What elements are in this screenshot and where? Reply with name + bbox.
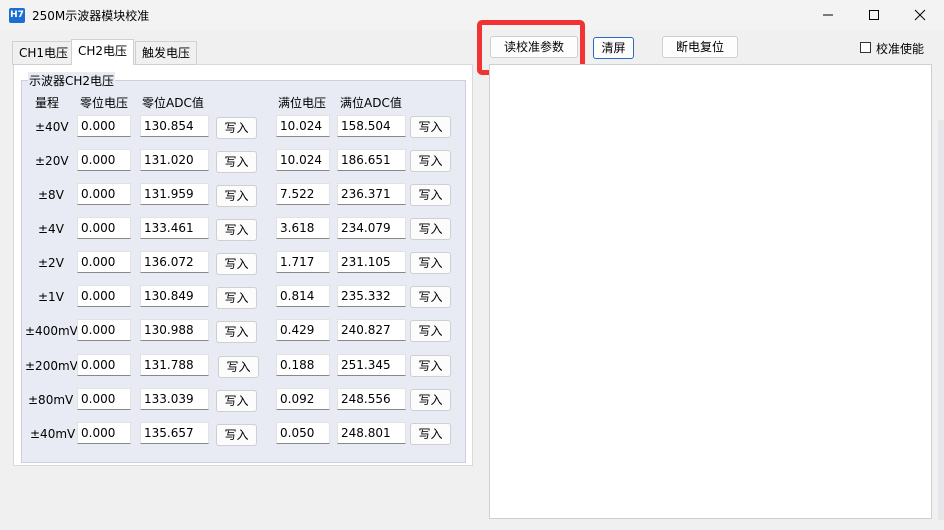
full-voltage-field[interactable]: 1.717 xyxy=(276,251,330,273)
zero-adc-field[interactable]: 130.988 xyxy=(140,319,209,341)
zero-voltage-field[interactable]: 0.000 xyxy=(77,115,131,137)
write-zero-button[interactable]: 写入 xyxy=(216,287,257,309)
range-label: ±20V xyxy=(35,154,69,168)
close-button[interactable] xyxy=(897,0,943,30)
write-full-button[interactable]: 写入 xyxy=(410,355,451,377)
edge-strip xyxy=(938,120,944,520)
zero-voltage-field[interactable]: 0.000 xyxy=(77,251,131,273)
zero-voltage-field[interactable]: 0.000 xyxy=(77,422,131,444)
full-voltage-field[interactable]: 0.188 xyxy=(276,354,330,376)
full-voltage-field[interactable]: 0.814 xyxy=(276,285,330,307)
header-zero-voltage: 零位电压 xyxy=(80,96,129,110)
write-zero-button[interactable]: 写入 xyxy=(216,390,257,412)
write-full-button[interactable]: 写入 xyxy=(410,286,451,308)
minimize-button[interactable] xyxy=(805,0,851,30)
write-full-button[interactable]: 写入 xyxy=(410,184,451,206)
full-voltage-field[interactable]: 7.522 xyxy=(276,183,330,205)
zero-adc-field[interactable]: 133.039 xyxy=(140,388,209,410)
app-icon: H7 xyxy=(9,8,25,23)
full-voltage-field[interactable]: 10.024 xyxy=(276,149,330,171)
write-full-button[interactable]: 写入 xyxy=(410,116,451,138)
full-adc-field[interactable]: 248.801 xyxy=(337,422,406,444)
tab-ch1-voltage[interactable]: CH1电压 xyxy=(12,41,76,65)
write-full-button[interactable]: 写入 xyxy=(410,423,451,445)
header-zero-adc: 零位ADC值 xyxy=(142,96,204,110)
clear-button[interactable]: 清屏 xyxy=(593,37,634,59)
full-adc-field[interactable]: 240.827 xyxy=(337,319,406,341)
write-zero-button[interactable]: 写入 xyxy=(216,219,257,241)
zero-voltage-field[interactable]: 0.000 xyxy=(77,217,131,239)
zero-adc-field[interactable]: 130.849 xyxy=(140,285,209,307)
range-label: ±8V xyxy=(38,188,64,202)
full-voltage-field[interactable]: 0.092 xyxy=(276,388,330,410)
zero-voltage-field[interactable]: 0.000 xyxy=(77,149,131,171)
title-bar: H7 250M示波器模块校准 xyxy=(0,0,944,30)
write-zero-button[interactable]: 写入 xyxy=(216,151,257,173)
write-zero-button[interactable]: 写入 xyxy=(216,117,257,139)
range-label: ±40V xyxy=(35,120,69,134)
write-zero-button[interactable]: 写入 xyxy=(216,253,257,275)
full-adc-field[interactable]: 236.371 xyxy=(337,183,406,205)
maximize-button[interactable] xyxy=(851,0,897,30)
range-label: ±400mV xyxy=(25,324,78,338)
range-label: ±40mV xyxy=(30,427,76,441)
range-label: ±80mV xyxy=(28,393,74,407)
minimize-icon xyxy=(823,14,833,16)
zero-voltage-field[interactable]: 0.000 xyxy=(77,183,131,205)
zero-voltage-field[interactable]: 0.000 xyxy=(77,319,131,341)
full-voltage-field[interactable]: 0.050 xyxy=(276,422,330,444)
zero-adc-field[interactable]: 131.020 xyxy=(140,149,209,171)
zero-adc-field[interactable]: 135.657 xyxy=(140,422,209,444)
full-adc-field[interactable]: 186.651 xyxy=(337,149,406,171)
output-area[interactable] xyxy=(489,64,932,519)
header-full-voltage: 满位电压 xyxy=(278,96,327,110)
zero-adc-field[interactable]: 130.854 xyxy=(140,115,209,137)
write-full-button[interactable]: 写入 xyxy=(410,218,451,240)
zero-adc-field[interactable]: 131.959 xyxy=(140,183,209,205)
write-zero-button[interactable]: 写入 xyxy=(216,185,257,207)
maximize-icon xyxy=(869,10,879,20)
tab-ch2-voltage[interactable]: CH2电压 xyxy=(71,39,135,65)
full-voltage-field[interactable]: 3.618 xyxy=(276,217,330,239)
range-label: ±2V xyxy=(38,256,64,270)
range-label: ±4V xyxy=(38,222,64,236)
write-zero-button[interactable]: 写入 xyxy=(216,321,257,343)
full-adc-field[interactable]: 234.079 xyxy=(337,217,406,239)
write-full-button[interactable]: 写入 xyxy=(410,389,451,411)
zero-voltage-field[interactable]: 0.000 xyxy=(77,354,131,376)
calib-enable-checkbox[interactable] xyxy=(860,42,871,53)
full-adc-field[interactable]: 235.332 xyxy=(337,285,406,307)
full-voltage-field[interactable]: 0.429 xyxy=(276,319,330,341)
write-full-button[interactable]: 写入 xyxy=(410,252,451,274)
full-adc-field[interactable]: 251.345 xyxy=(337,354,406,376)
header-range: 量程 xyxy=(35,96,60,110)
close-icon xyxy=(914,9,926,21)
tab-trigger-voltage[interactable]: 触发电压 xyxy=(135,41,198,65)
group-title: 示波器CH2电压 xyxy=(28,72,116,89)
range-label: ±1V xyxy=(38,290,64,304)
write-full-button[interactable]: 写入 xyxy=(410,150,451,172)
zero-adc-field[interactable]: 133.461 xyxy=(140,217,209,239)
header-full-adc: 满位ADC值 xyxy=(340,96,402,110)
power-reset-button[interactable]: 断电复位 xyxy=(662,36,738,58)
full-voltage-field[interactable]: 10.024 xyxy=(276,115,330,137)
zero-voltage-field[interactable]: 0.000 xyxy=(77,285,131,307)
write-full-button[interactable]: 写入 xyxy=(410,320,451,342)
full-adc-field[interactable]: 158.504 xyxy=(337,115,406,137)
range-label: ±200mV xyxy=(25,359,78,373)
full-adc-field[interactable]: 231.105 xyxy=(337,251,406,273)
calib-enable-label: 校准使能 xyxy=(876,42,925,56)
zero-voltage-field[interactable]: 0.000 xyxy=(77,388,131,410)
window-title: 250M示波器模块校准 xyxy=(32,9,150,23)
write-zero-button[interactable]: 写入 xyxy=(218,356,259,378)
write-zero-button[interactable]: 写入 xyxy=(216,424,257,446)
zero-adc-field[interactable]: 136.072 xyxy=(140,251,209,273)
full-adc-field[interactable]: 248.556 xyxy=(337,388,406,410)
zero-adc-field[interactable]: 131.788 xyxy=(140,354,209,376)
